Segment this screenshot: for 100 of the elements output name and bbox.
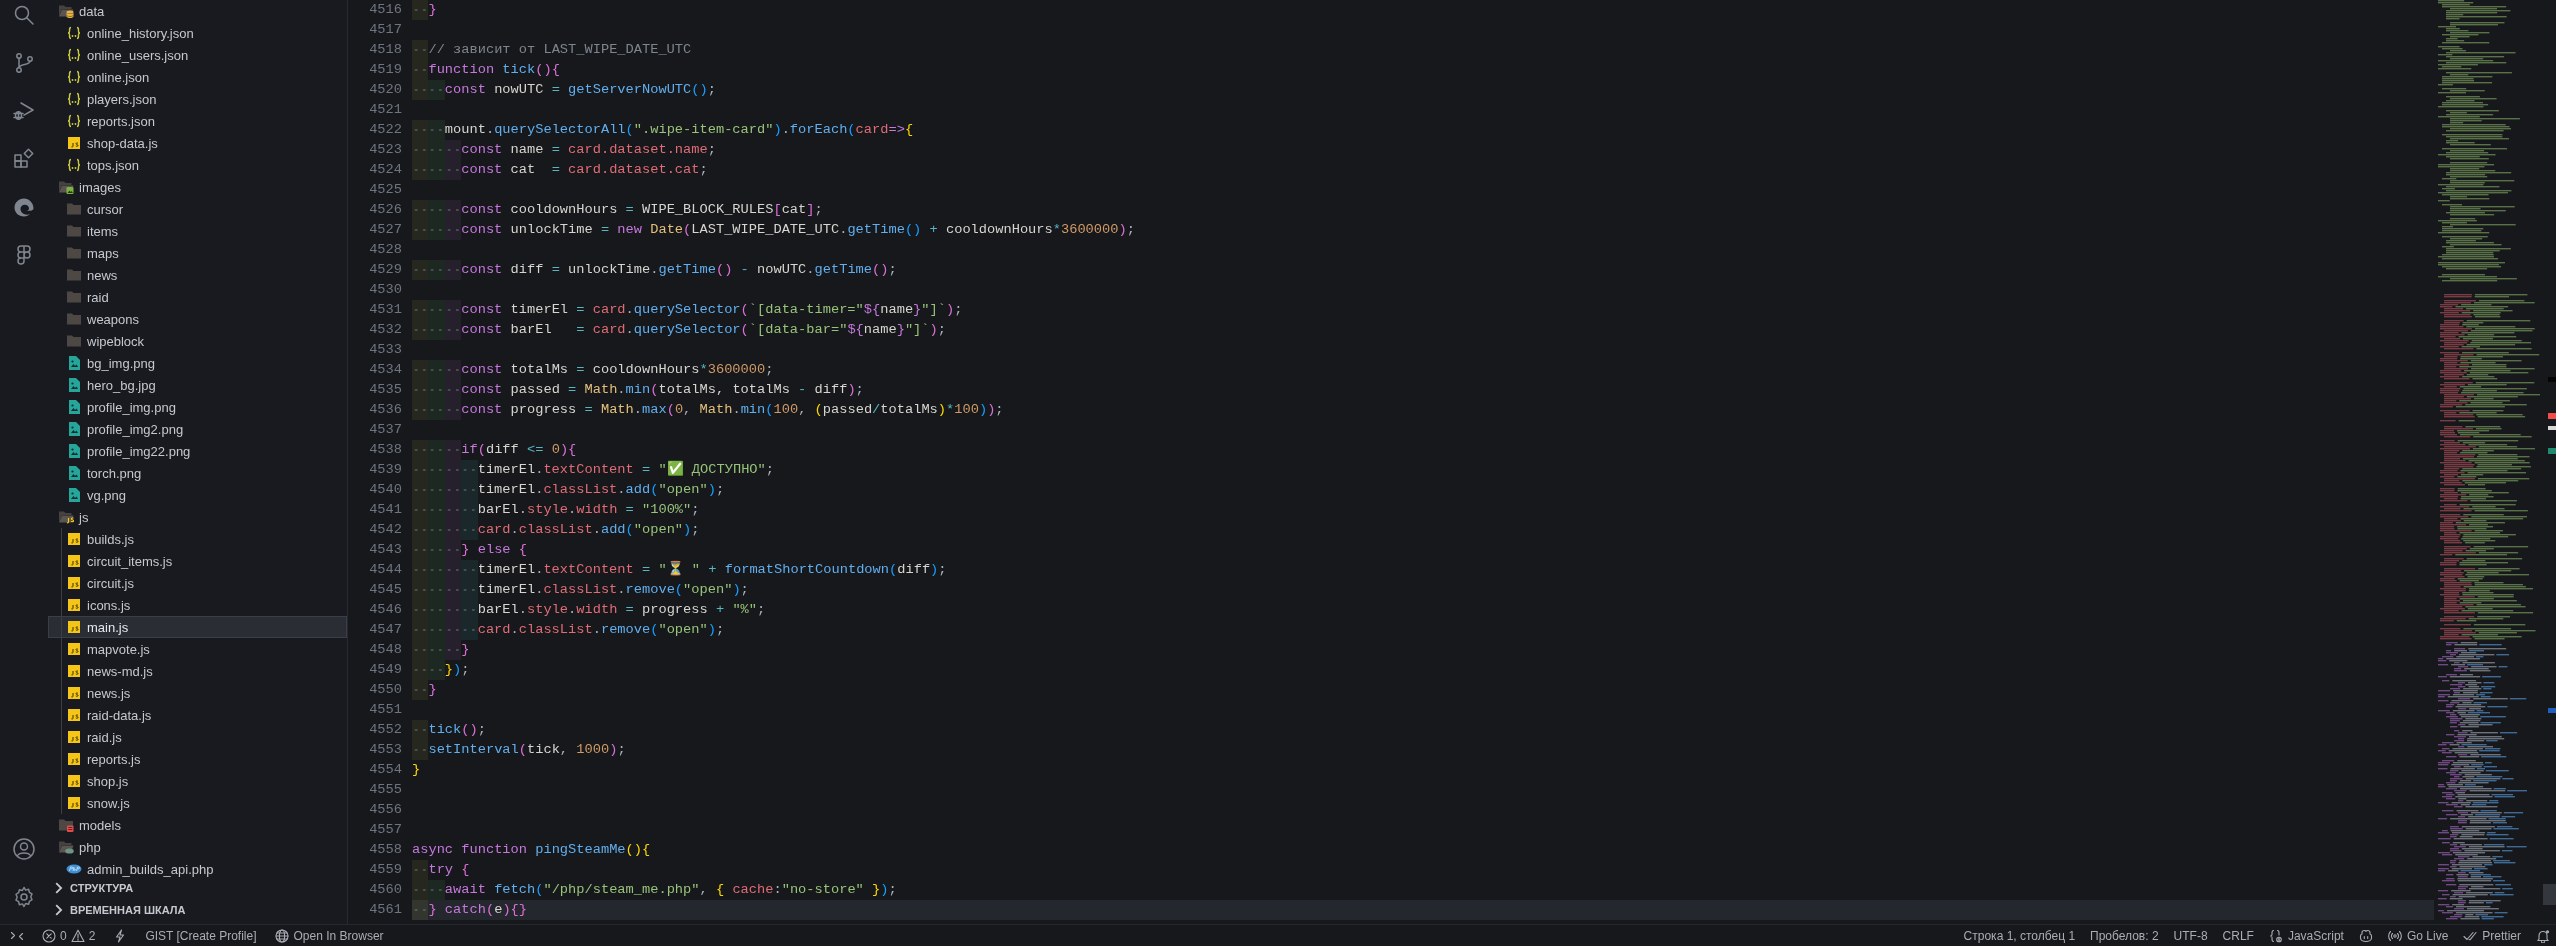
line-number: 4523 (368, 141, 403, 159)
tree-item[interactable]: circuit_items.js (48, 550, 347, 572)
indent-guide (412, 680, 429, 700)
line-number: 4540 (368, 481, 403, 499)
tree-item[interactable]: bg_img.png (48, 352, 347, 374)
error-icon[interactable] (42, 928, 56, 943)
tree-item[interactable]: news-md.js (48, 660, 347, 682)
tree-item[interactable]: raid.js (48, 726, 347, 748)
code-line: } catch(e){} (428, 901, 528, 919)
tree-item[interactable]: builds.js (48, 528, 347, 550)
tree-item[interactable]: wipeblock (48, 330, 347, 352)
prettier-button[interactable]: Prettier (2463, 928, 2521, 943)
open-in-browser-button[interactable]: Open In Browser (274, 928, 384, 943)
tree-item[interactable]: online_users.json (48, 44, 347, 66)
code-line: } (412, 761, 421, 779)
braces-icon (66, 157, 82, 173)
language-mode-button[interactable]: JavaScript (2268, 928, 2344, 943)
line-ending-setting[interactable]: CRLF (2222, 928, 2254, 943)
code-line: await fetch("/php/steam_me.php", { cache:"no-store" }); (444, 881, 897, 899)
line-number: 4528 (368, 241, 403, 259)
braces-icon (66, 25, 82, 41)
go-live-button[interactable]: Go Live (2387, 928, 2449, 943)
tree-item[interactable]: profile_img.png (48, 396, 347, 418)
tree-item[interactable]: data (48, 0, 347, 22)
line-number: 4542 (368, 521, 403, 539)
bell-icon[interactable] (2536, 928, 2550, 943)
tree-item[interactable]: maps (48, 242, 347, 264)
tree-item[interactable]: php (48, 836, 347, 858)
error-count[interactable]: 0 (60, 928, 67, 943)
code-line: } (428, 681, 437, 699)
tree-item[interactable]: players.json (48, 88, 347, 110)
tree-item[interactable]: admin_builds_api.php (48, 858, 347, 877)
code-line: timerEl.textContent = "⏳ " + formatShortCountdown(diff); (477, 560, 947, 579)
code-line: mount.querySelectorAll(".wipe-item-card").forEach(card=>{ (444, 121, 914, 139)
tree-item[interactable]: hero_bg.jpg (48, 374, 347, 396)
warning-count[interactable]: 2 (88, 928, 96, 943)
encoding-setting[interactable]: UTF-8 (2173, 928, 2208, 943)
code-line: const timerEl = card.querySelector(`[data-timer="${name}"]`); (461, 301, 963, 319)
indent-guide (461, 560, 478, 580)
line-number: 4546 (368, 601, 403, 619)
gist-button[interactable]: GIST [Create Profile] (145, 928, 257, 943)
indent-guide (428, 160, 445, 180)
code-line: } else { (461, 541, 527, 559)
indent-guide (412, 40, 429, 60)
line-number: 4561 (368, 901, 403, 919)
tree-item[interactable]: circuit.js (48, 572, 347, 594)
tree-item[interactable]: profile_img22.png (48, 440, 347, 462)
line-number: 4539 (368, 461, 403, 479)
line-number: 4550 (368, 681, 403, 699)
tree-item[interactable]: js (48, 506, 347, 528)
tree-item[interactable]: cursor (48, 198, 347, 220)
indent-guide (428, 320, 445, 340)
indent-guide (428, 440, 445, 460)
tree-item[interactable]: vg.png (48, 484, 347, 506)
line-number: 4529 (368, 261, 403, 279)
search-icon[interactable] (12, 3, 36, 27)
run-debug-icon[interactable] (12, 99, 36, 123)
tree-item[interactable]: profile_img2.png (48, 418, 347, 440)
tree-item[interactable]: main.js (48, 616, 347, 638)
tree-item[interactable]: shop-data.js (48, 132, 347, 154)
tree-item[interactable]: snow.js (48, 792, 347, 814)
code-file-icon (66, 553, 82, 569)
tree-item[interactable]: items (48, 220, 347, 242)
line-number: 4525 (368, 181, 403, 199)
tree-item[interactable]: raid-data.js (48, 704, 347, 726)
tree-item[interactable]: shop.js (48, 770, 347, 792)
tree-item[interactable]: online_history.json (48, 22, 347, 44)
line-number: 4527 (368, 221, 403, 239)
account-icon[interactable] (12, 837, 36, 861)
tree-item[interactable]: news.js (48, 682, 347, 704)
section-header[interactable]: ВРЕМЕННАЯ ШКАЛА (48, 899, 194, 921)
line-number: 4541 (368, 501, 403, 519)
indentation-setting[interactable]: Пробелов: 2 (2090, 928, 2159, 943)
tree-item[interactable]: news (48, 264, 347, 286)
tree-item[interactable]: reports.js (48, 748, 347, 770)
section-header[interactable]: СТРУКТУРА (48, 877, 142, 899)
tree-item[interactable]: mapvote.js (48, 638, 347, 660)
settings-icon[interactable] (12, 885, 36, 909)
code-file-icon (66, 707, 82, 723)
extensions-icon[interactable] (12, 147, 36, 171)
tree-item[interactable]: raid (48, 286, 347, 308)
indent-guide (428, 260, 445, 280)
tree-item[interactable]: tops.json (48, 154, 347, 176)
indent-guide (428, 400, 445, 420)
tree-item[interactable]: images (48, 176, 347, 198)
tree-item[interactable]: torch.png (48, 462, 347, 484)
braces-icon (66, 47, 82, 63)
tree-item[interactable]: models (48, 814, 347, 836)
code-line: const passed = Math.min(totalMs, totalMs - diff); (461, 381, 864, 399)
tree-item[interactable]: online.json (48, 66, 347, 88)
image-file-icon (66, 355, 82, 371)
image-file-icon (66, 399, 82, 415)
tree-item[interactable]: weapons (48, 308, 347, 330)
tree-item[interactable]: reports.json (48, 110, 347, 132)
robot-icon[interactable] (2358, 928, 2373, 943)
tree-item[interactable]: icons.js (48, 594, 347, 616)
warning-icon[interactable] (70, 928, 85, 943)
cursor-position[interactable]: Строка 1, столбец 1 (1963, 928, 2076, 943)
code-file-icon (66, 685, 82, 701)
code-file-icon (66, 531, 82, 547)
